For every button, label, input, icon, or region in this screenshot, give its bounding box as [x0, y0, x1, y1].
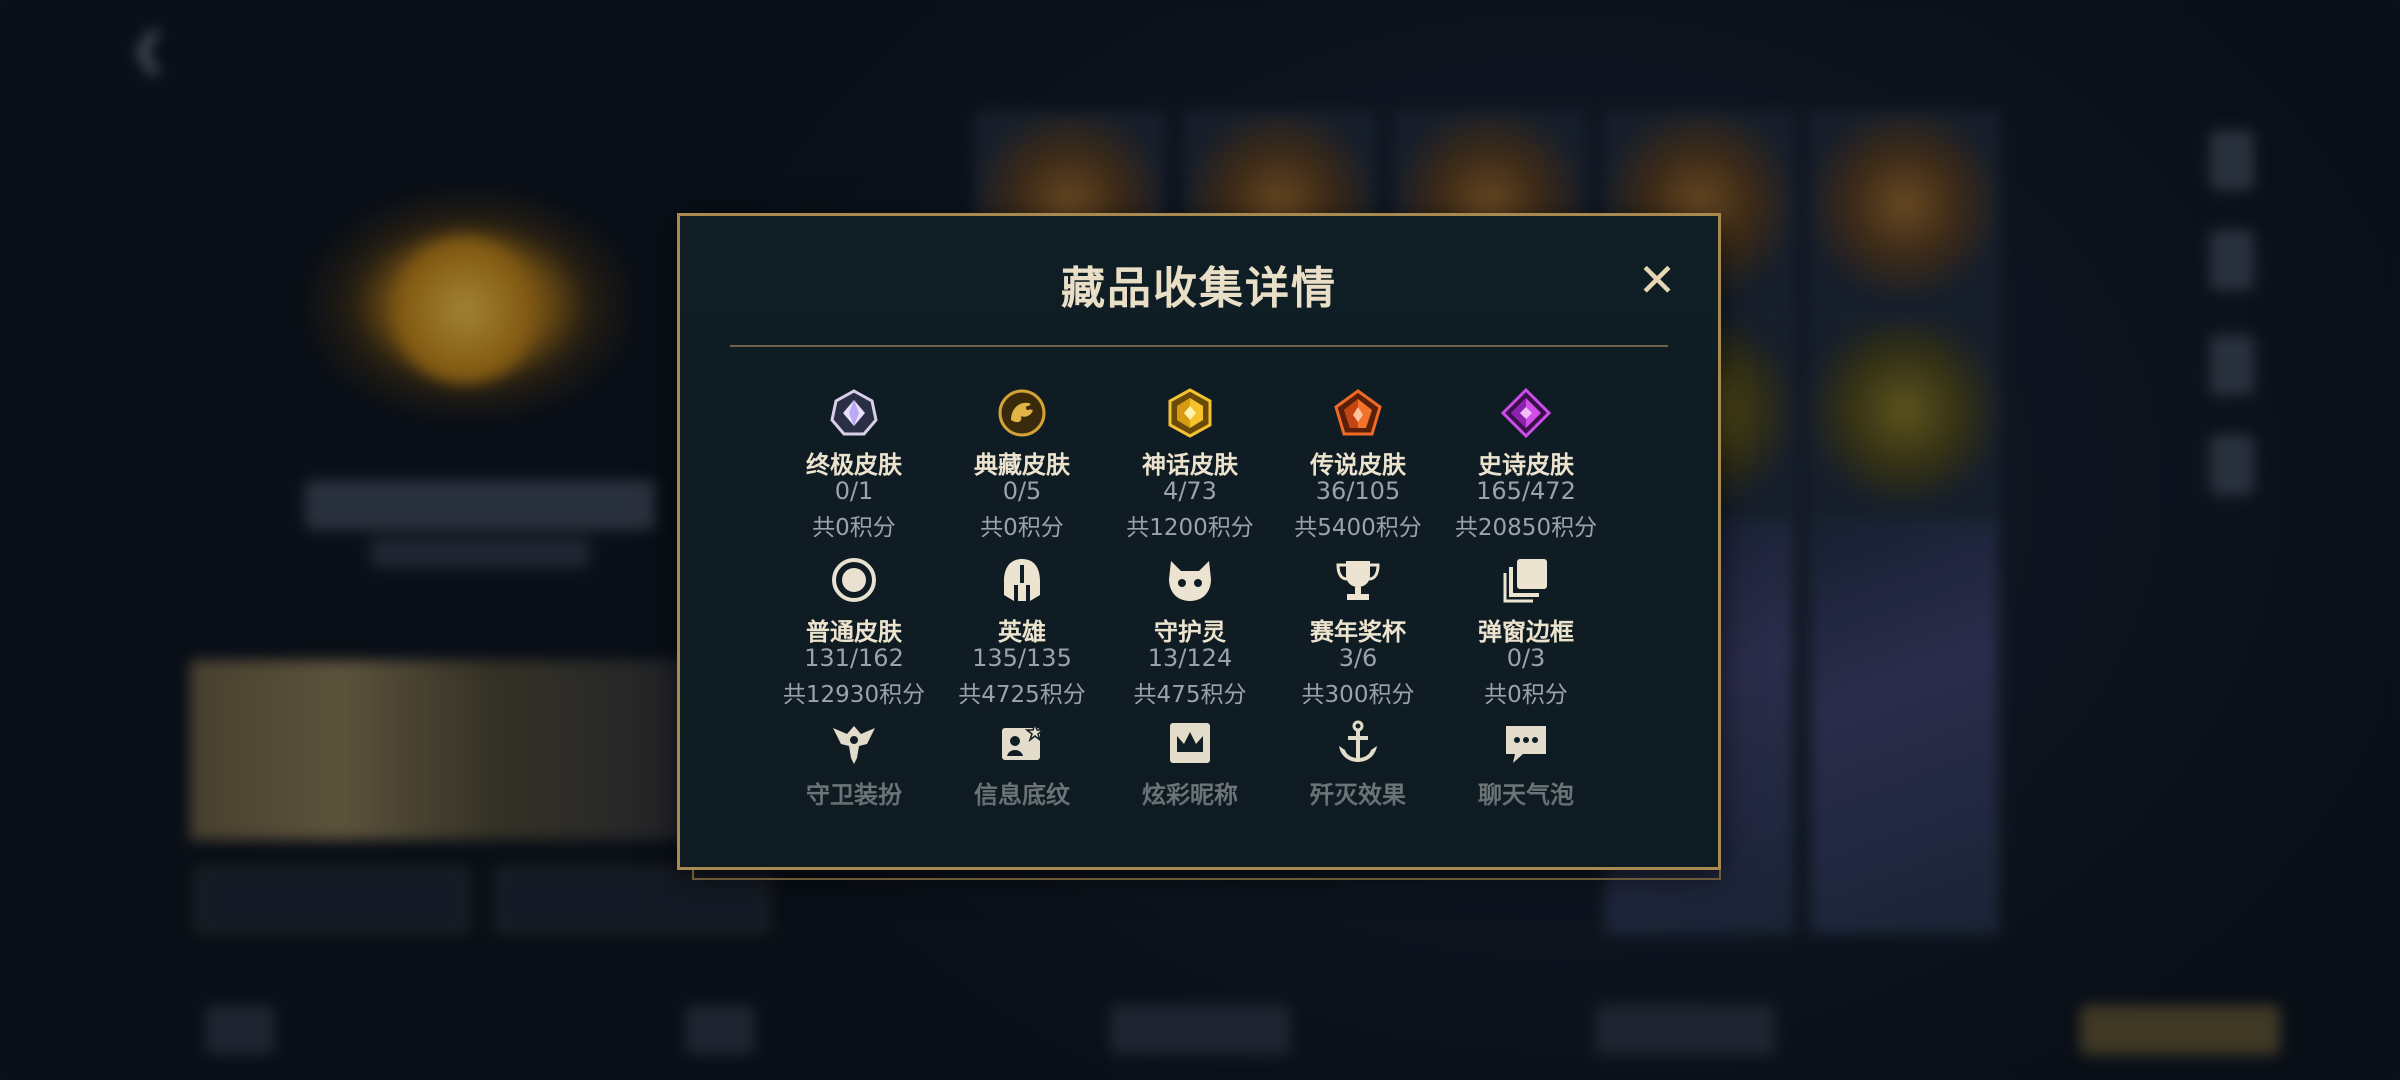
title-divider: [730, 345, 1668, 347]
collection-item-points: 共12930积分: [782, 682, 926, 708]
collection-item-label: 史诗皮肤: [1478, 451, 1574, 479]
ultimate-skin-gem-icon: [829, 388, 879, 438]
collection-item-points: 共5400积分: [1294, 515, 1422, 541]
collection-details-modal: 藏品收集详情 ✕ 终极皮肤 0/1 共0积分 典藏皮肤 0/5 共0积分 神话皮…: [677, 213, 1721, 880]
mythic-skin-gem-icon: [1165, 388, 1215, 438]
collection-item-label: 典藏皮肤: [974, 451, 1070, 479]
collection-item-count: 0/1: [834, 477, 874, 505]
epic-skin-gem-icon: [1501, 388, 1551, 438]
close-icon[interactable]: ✕: [1635, 257, 1679, 303]
collection-item-points: 共300积分: [1301, 682, 1415, 708]
collection-item-count: 135/135: [972, 644, 1072, 672]
collection-item-count: 0/3: [1506, 644, 1546, 672]
normal-skin-ring-icon: [829, 555, 879, 605]
collection-item-label: 终极皮肤: [806, 451, 902, 479]
collection-item-label: 炫彩昵称: [1142, 781, 1238, 809]
collection-item-label: 守护灵: [1154, 618, 1226, 646]
champion-helmet-icon: [997, 555, 1047, 605]
collection-item-label: 英雄: [998, 618, 1046, 646]
collection-item-points: 共0积分: [1484, 682, 1568, 708]
collection-item-count: 4/73: [1163, 477, 1217, 505]
collection-item-count: 13/124: [1147, 644, 1233, 672]
collection-item-label: 神话皮肤: [1142, 451, 1238, 479]
ward-skin-icon: [829, 718, 879, 768]
trophy-icon: [1333, 555, 1383, 605]
collection-item-points: 共0积分: [980, 515, 1064, 541]
prestige-skin-dragon-icon: [997, 388, 1047, 438]
chat-bubble-icon: [1501, 718, 1551, 768]
collection-item-label: 聊天气泡: [1478, 781, 1574, 809]
elimination-anchor-icon: [1333, 718, 1383, 768]
collection-item-count: 3/6: [1338, 644, 1378, 672]
collection-item-count: 131/162: [804, 644, 904, 672]
collection-item-points: 共4725积分: [958, 682, 1086, 708]
collection-item-label: 歼灭效果: [1310, 781, 1406, 809]
collection-item-label: 信息底纹: [974, 781, 1070, 809]
collection-item-label: 传说皮肤: [1310, 451, 1406, 479]
name-crown-icon: [1165, 718, 1215, 768]
collection-item-label: 普通皮肤: [806, 618, 902, 646]
modal-title: 藏品收集详情: [1061, 263, 1337, 314]
popup-frame-icon: [1501, 555, 1551, 605]
collection-item-label: 赛年奖杯: [1310, 618, 1406, 646]
collection-item-points: 共0积分: [812, 515, 896, 541]
banner-card-icon: [997, 718, 1047, 768]
collection-item-count: 36/105: [1315, 477, 1401, 505]
legendary-skin-gem-icon: [1333, 388, 1383, 438]
collection-item-points: 共20850积分: [1454, 515, 1598, 541]
collection-item-label: 守卫装扮: [806, 781, 902, 809]
collection-item-count: 0/5: [1002, 477, 1042, 505]
collection-item-label: 弹窗边框: [1478, 618, 1574, 646]
collection-item-points: 共1200积分: [1126, 515, 1254, 541]
collection-item-points: 共475积分: [1133, 682, 1247, 708]
collection-item-count: 165/472: [1476, 477, 1576, 505]
little-legend-icon: [1165, 555, 1215, 605]
